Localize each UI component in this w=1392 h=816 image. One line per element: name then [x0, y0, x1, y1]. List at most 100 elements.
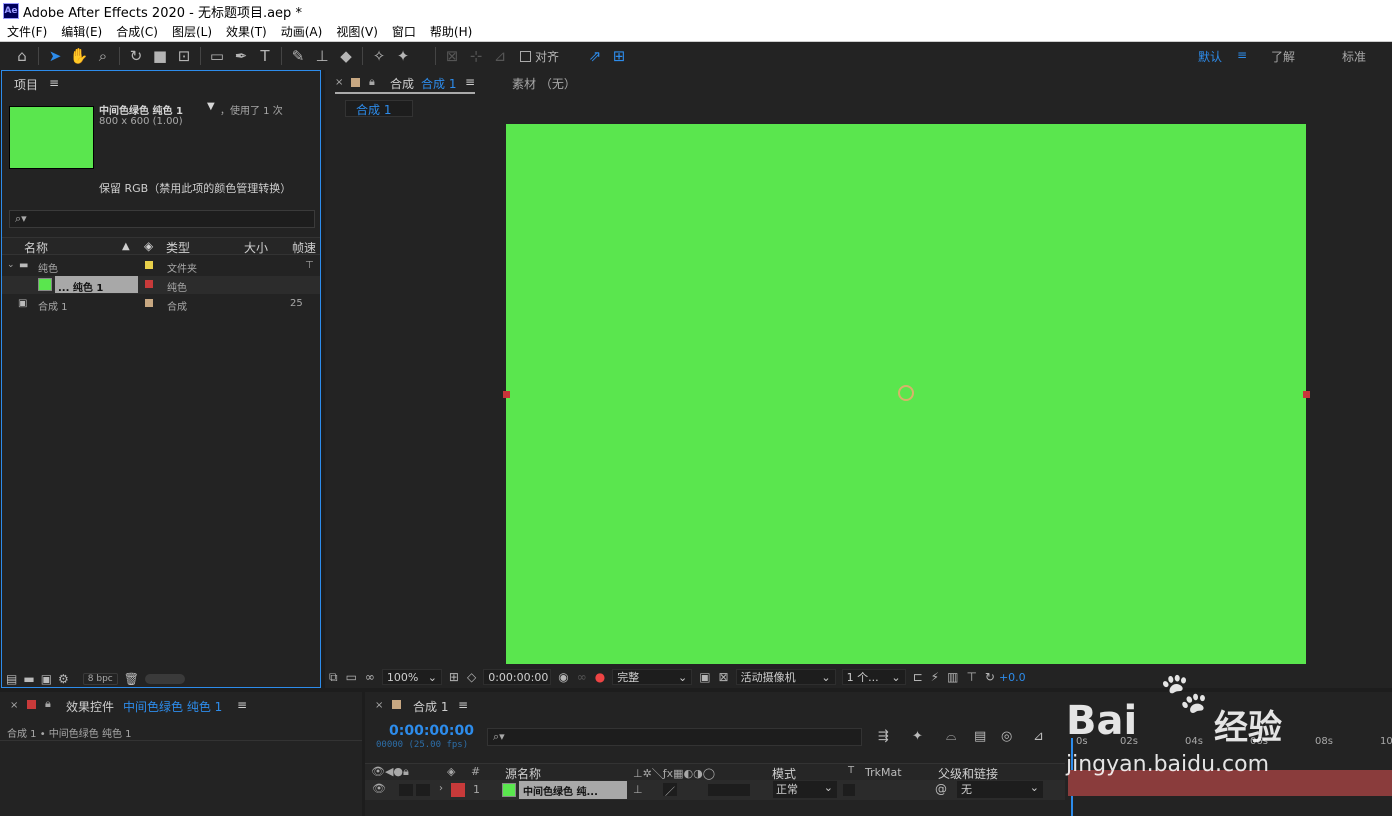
fast-previews-icon[interactable]: ⚡ — [931, 670, 939, 684]
menu-effect[interactable]: 效果(T) — [219, 23, 274, 40]
motion-blur-icon[interactable]: ◎ — [1001, 729, 1012, 744]
channel-icon[interactable]: ● — [595, 670, 605, 684]
vr-icon[interactable]: ∞ — [365, 670, 375, 684]
menu-view[interactable]: 视图(V) — [329, 23, 385, 40]
close-icon[interactable]: × — [10, 700, 18, 711]
toggle-pixel-aspect-icon[interactable]: ⊏ — [913, 670, 923, 684]
visibility-eye-icon[interactable]: 👁︎ — [372, 782, 386, 795]
panel-menu-icon[interactable]: ≡ — [237, 698, 247, 712]
project-row-comp[interactable]: ▣ 合成 1 合成 25 — [2, 295, 320, 313]
interpret-footage-icon[interactable]: ▤ — [6, 672, 17, 686]
panel-menu-icon[interactable]: ≡ — [49, 76, 59, 90]
layer-name[interactable]: 中间色绿色 纯... — [523, 783, 598, 798]
trkmat-toggle[interactable] — [843, 784, 855, 796]
panel-menu-icon[interactable]: ≡ — [465, 75, 475, 89]
column-trkmat[interactable]: TrkMat — [865, 766, 902, 779]
column-fps[interactable]: 帧速 — [292, 239, 316, 256]
resolution-select[interactable]: 完整 ⌄ — [612, 669, 693, 685]
workspace-standard[interactable]: 标准 — [1342, 48, 1366, 65]
brush-tool-icon[interactable]: ✎ — [286, 44, 310, 68]
menu-edit[interactable]: 编辑(E) — [54, 23, 109, 40]
monitor-icon[interactable]: ▭ — [346, 670, 357, 684]
type-tool-icon[interactable]: T — [253, 44, 277, 68]
close-icon[interactable]: × — [335, 77, 343, 88]
flowchart-icon[interactable]: ⊤ — [305, 260, 314, 271]
folder-expand-icon[interactable]: ⌄ — [7, 260, 15, 270]
views-select[interactable]: 1 个... ⌄ — [841, 669, 906, 685]
selection-tool-icon[interactable]: ➤ — [43, 44, 67, 68]
anchor-point-icon[interactable] — [898, 385, 914, 401]
current-time[interactable]: 0:00:00:00 — [389, 723, 474, 739]
camera-select[interactable]: 活动摄像机 ⌄ — [735, 669, 836, 685]
av-features-icon[interactable]: 👁︎◀●🔒︎ — [371, 765, 409, 779]
left-handle[interactable] — [503, 391, 510, 398]
workspace-menu-icon[interactable]: ≡ — [1237, 48, 1247, 62]
comp-mini-flowchart-icon[interactable]: ⇶ — [878, 729, 889, 744]
viewer-tab-prefix[interactable]: 合成 — [390, 75, 414, 92]
rectangle-tool-icon[interactable]: ▭ — [205, 44, 229, 68]
layer-row[interactable]: 👁︎ › 1 中间色绿色 纯... ⊥ ／ 正常 ⌄ @ 无 ⌄ — [365, 780, 1065, 800]
menu-window[interactable]: 窗口 — [385, 23, 423, 40]
home-icon[interactable]: ⌂ — [10, 44, 34, 68]
layer-label-color[interactable] — [451, 783, 465, 797]
local-axis-icon[interactable]: ⊠ — [440, 44, 464, 68]
project-row-folder[interactable]: ⌄ ▬ 纯色 文件夹 ⊤ — [2, 257, 320, 275]
label-color-chip[interactable] — [145, 261, 153, 269]
snapshot-icon[interactable]: ◉ — [558, 670, 568, 684]
workspace-learn[interactable]: 了解 — [1271, 48, 1295, 65]
switches-icon[interactable]: ⊥✲＼ƒx▦◐◑◯ — [633, 765, 715, 781]
timeline-search-input[interactable]: ⌕▾ — [487, 728, 862, 746]
solo-toggle[interactable] — [416, 784, 430, 796]
draft-3d-icon[interactable]: ✦ — [912, 729, 923, 744]
reset-exposure-icon[interactable]: ↻ — [985, 670, 995, 684]
workspace-default[interactable]: 默认 — [1198, 48, 1222, 65]
parent-select[interactable]: 无 ⌄ — [957, 781, 1043, 798]
label-color-chip[interactable] — [145, 299, 153, 307]
pan-behind-tool-icon[interactable]: ⊡ — [172, 44, 196, 68]
show-snapshot-icon[interactable]: ∞ — [577, 670, 587, 684]
always-preview-icon[interactable]: ⧉ — [329, 670, 338, 685]
new-composition-icon[interactable]: ▣ — [41, 672, 52, 686]
label-color-chip[interactable] — [145, 280, 153, 288]
pick-whip-icon[interactable]: @ — [935, 782, 947, 796]
menu-layer[interactable]: 图层(L) — [165, 23, 219, 40]
eraser-tool-icon[interactable]: ◆ — [334, 44, 358, 68]
footage-tab[interactable]: 素材 （无） — [512, 75, 576, 92]
bit-depth-button[interactable]: 8 bpc — [82, 673, 118, 685]
right-handle[interactable] — [1303, 391, 1310, 398]
frame-blending-icon[interactable]: ▤ — [974, 729, 986, 744]
shy-layers-icon[interactable]: ⌓ — [946, 729, 956, 744]
lock-icon[interactable]: 🔒︎ — [45, 697, 51, 711]
safe-zones-icon[interactable]: ⊞ — [449, 670, 459, 684]
graph-editor-icon[interactable]: ⊿ — [1033, 729, 1044, 744]
expand-layer-icon[interactable]: › — [439, 783, 443, 794]
snap-grid-icon[interactable]: ⊞ — [607, 44, 631, 68]
column-name[interactable]: 名称 — [24, 239, 48, 256]
zoom-select[interactable]: 100% ⌄ — [381, 669, 442, 685]
snap-options-icon[interactable]: ⇗ — [583, 44, 607, 68]
roto-brush-tool-icon[interactable]: ✧ — [367, 44, 391, 68]
project-settings-icon[interactable]: ⚙ — [58, 672, 69, 686]
sort-ascending-icon[interactable]: ▲ — [122, 241, 130, 252]
comp-breadcrumb[interactable]: 合成 1 — [345, 100, 413, 117]
hand-tool-icon[interactable]: ✋ — [67, 44, 91, 68]
pen-tool-icon[interactable]: ✒ — [229, 44, 253, 68]
lock-icon[interactable]: 🔒︎ — [369, 75, 375, 89]
audio-toggle[interactable] — [399, 784, 413, 796]
new-folder-icon[interactable]: ▬ — [23, 672, 34, 686]
column-size[interactable]: 大小 — [244, 239, 268, 256]
quality-switch[interactable]: ／ — [663, 783, 677, 798]
collapse-transform-switch[interactable]: ⊥ — [633, 783, 643, 796]
effects-tab-layer[interactable]: 中间色绿色 纯色 1 — [123, 698, 222, 715]
timeline-tab[interactable]: 合成 1 — [413, 698, 448, 715]
region-of-interest-icon[interactable]: ▣ — [699, 670, 710, 684]
layer-switches[interactable] — [708, 784, 750, 796]
timeline-icon[interactable]: ▥ — [947, 670, 958, 684]
mask-path-icon[interactable]: ◇ — [467, 670, 476, 684]
snap-checkbox[interactable] — [520, 50, 531, 62]
close-icon[interactable]: × — [375, 700, 383, 711]
blend-mode-select[interactable]: 正常 ⌄ — [773, 781, 837, 798]
zoom-tool-icon[interactable]: ⌕ — [91, 44, 115, 68]
delete-icon[interactable]: 🗑 — [124, 672, 139, 686]
project-row-solid[interactable]: ... 纯色 1 纯色 — [2, 276, 320, 294]
